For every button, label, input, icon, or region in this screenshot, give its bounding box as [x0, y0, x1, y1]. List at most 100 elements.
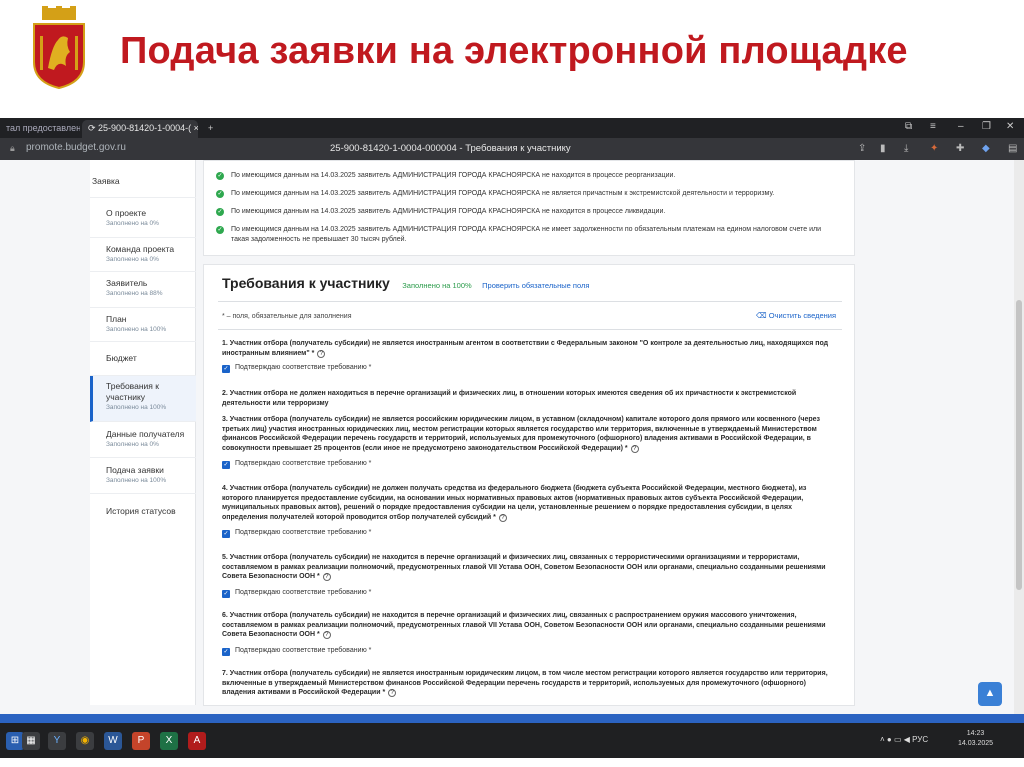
- extension-icon[interactable]: ✦: [930, 143, 938, 154]
- checkbox-checked-icon: ✓: [222, 365, 230, 373]
- checkbox-checked-icon: ✓: [222, 590, 230, 598]
- sidebar-item-label: Требования к участнику: [106, 381, 159, 402]
- help-icon[interactable]: ?: [388, 689, 397, 698]
- profile-icon[interactable]: ◆: [982, 143, 990, 154]
- browser-screenshot: тал предоставлени ⟳ 25-900-81420-1-0004-…: [0, 118, 1024, 758]
- maximize-icon[interactable]: ❐: [982, 121, 991, 132]
- close-tab-icon[interactable]: ×: [191, 123, 198, 133]
- requirements-card: Требования к участнику Заполнено на 100%…: [203, 264, 855, 706]
- window-icon[interactable]: ⧉: [905, 121, 912, 132]
- help-icon[interactable]: ?: [322, 631, 331, 640]
- volume-icon[interactable]: ◀: [904, 735, 912, 744]
- scroll-to-top-button[interactable]: ▲: [978, 682, 1002, 706]
- puzzle-icon[interactable]: ✚: [956, 143, 964, 154]
- requirement-question: 6. Участник отбора (получатель субсидии)…: [222, 611, 838, 640]
- browser-tab-portal[interactable]: тал предоставлени: [0, 120, 80, 138]
- checkbox-checked-icon: ✓: [222, 648, 230, 656]
- browser-tab-active[interactable]: ⟳ 25-900-81420-1-0004-( ×: [82, 120, 198, 138]
- check-circle-icon: ✓: [216, 226, 224, 234]
- sidebar-item-requirements[interactable]: Требования к участнику Заполнено на 100%: [90, 376, 196, 422]
- url-field[interactable]: promote.budget.gov.ru: [26, 142, 126, 153]
- confirm-checkbox[interactable]: ✓ Подтверждаю соответствие требованию *: [222, 589, 371, 598]
- download-icon[interactable]: ⤓: [904, 143, 908, 154]
- check-circle-icon: ✓: [216, 208, 224, 216]
- sidebar-item-label: Заявитель: [106, 278, 148, 288]
- help-icon[interactable]: ?: [317, 349, 326, 358]
- chevron-up-icon[interactable]: ˄: [880, 735, 887, 744]
- sidebar-item-progress: Заполнено на 0%: [106, 220, 159, 227]
- sidebar-item-zayavka[interactable]: Заявка: [90, 162, 196, 198]
- sidebar-icon[interactable]: ▤: [1008, 143, 1017, 154]
- question-text: 7. Участник отбора (получатель субсидии)…: [222, 670, 828, 697]
- sidebar-item-plan[interactable]: План Заполнено на 100%: [90, 308, 196, 342]
- requirement-question: 1. Участник отбора (получатель субсидии)…: [222, 339, 838, 358]
- confirm-checkbox[interactable]: ✓ Подтверждаю соответствие требованию *: [222, 647, 371, 656]
- powerpoint-icon[interactable]: P: [132, 732, 150, 750]
- question-text: 3. Участник отбора (получатель субсидии)…: [222, 416, 821, 452]
- confirm-checkbox[interactable]: ✓ Подтверждаю соответствие требованию *: [222, 460, 371, 469]
- close-window-icon[interactable]: ✕: [1006, 121, 1014, 132]
- word-icon[interactable]: W: [104, 732, 122, 750]
- bookmark-icon[interactable]: ▮: [880, 143, 886, 154]
- clear-button[interactable]: ⌫ Очистить сведения: [756, 311, 836, 320]
- minimize-icon[interactable]: –: [958, 121, 964, 132]
- sidebar-item-submit[interactable]: Подача заявки Заполнено на 100%: [90, 458, 196, 494]
- yandex-browser-icon[interactable]: Y: [48, 732, 66, 750]
- help-icon[interactable]: ?: [630, 444, 639, 453]
- sidebar-item-budget[interactable]: Бюджет: [90, 342, 196, 376]
- checkbox-label: Подтверждаю соответствие требованию *: [235, 460, 372, 467]
- verification-card: ✓ По имеющимся данным на 14.03.2025 заяви…: [203, 160, 855, 256]
- page-content: Заявка О проекте Заполнено на 0% Команда …: [0, 160, 1010, 714]
- question-text: 5. Участник отбора (получатель субсидии)…: [222, 554, 826, 581]
- share-icon[interactable]: ⇪: [858, 143, 866, 154]
- sidebar-item-progress: Заполнено на 100%: [106, 326, 167, 333]
- question-text: 4. Участник отбора (получатель субсидии)…: [222, 485, 807, 521]
- browser-tab-label: 25-900-81420-1-0004-(: [98, 123, 192, 133]
- requirement-question: 4. Участник отбора (получатель субсидии)…: [222, 484, 838, 522]
- check-required-link[interactable]: Проверить обязательные поля: [482, 281, 589, 290]
- checkbox-label: Подтверждаю соответствие требованию *: [235, 589, 372, 596]
- check-circle-icon: ✓: [216, 190, 224, 198]
- excel-icon[interactable]: X: [160, 732, 178, 750]
- sidebar-item-label: Подача заявки: [106, 465, 164, 475]
- page-scrollbar[interactable]: [1014, 160, 1024, 714]
- requirement-question: 2. Участник отбора не должен находиться …: [222, 389, 838, 408]
- check-item: ✓ По имеющимся данным на 14.03.2025 заяви…: [216, 189, 836, 199]
- menu-icon[interactable]: ≡: [930, 121, 936, 132]
- help-icon[interactable]: ?: [498, 513, 507, 522]
- requirement-question: 7. Участник отбора (получатель субсидии)…: [222, 669, 838, 698]
- network-icon[interactable]: ▭: [894, 735, 904, 744]
- language-indicator[interactable]: РУС: [912, 735, 928, 744]
- eraser-icon: ⌫: [756, 311, 769, 320]
- clock[interactable]: 14:23 14.03.2025: [958, 729, 993, 749]
- confirm-checkbox[interactable]: ✓ Подтверждаю соответствие требованию *: [222, 529, 371, 538]
- microphone-icon[interactable]: ●: [887, 735, 894, 744]
- sidebar-item-label: Команда проекта: [106, 244, 175, 254]
- sidebar-item-progress: Заполнено на 0%: [106, 441, 159, 448]
- check-item: ✓ По имеющимся данным на 14.03.2025 заяви…: [216, 171, 836, 181]
- checkbox-checked-icon: ✓: [222, 461, 230, 469]
- lock-icon: 🔒︎: [10, 143, 15, 153]
- slide-title: Подача заявки на электронной площадке: [120, 30, 908, 72]
- checkbox-label: Подтверждаю соответствие требованию *: [235, 647, 372, 654]
- help-icon[interactable]: ?: [322, 573, 331, 582]
- requirement-question: 3. Участник отбора (получатель субсидии)…: [222, 415, 838, 453]
- sidebar-item-applicant[interactable]: Заявитель Заполнено на 88%: [90, 272, 196, 308]
- browser-tab-bar: тал предоставлени ⟳ 25-900-81420-1-0004-…: [0, 118, 1024, 138]
- sidebar-item-label: Данные получателя: [106, 429, 185, 439]
- scrollbar-thumb[interactable]: [1016, 300, 1022, 590]
- sidebar-item-team[interactable]: Команда проекта Заполнено на 0%: [90, 238, 196, 272]
- divider: [218, 329, 842, 330]
- confirm-checkbox[interactable]: ✓ Подтверждаю соответствие требованию *: [222, 364, 371, 373]
- coat-of-arms-icon: [33, 6, 85, 90]
- sidebar-item-recipient-data[interactable]: Данные получателя Заполнено на 0%: [90, 422, 196, 458]
- checkbox-checked-icon: ✓: [222, 530, 230, 538]
- sidebar-item-history[interactable]: История статусов: [90, 494, 196, 530]
- chrome-icon[interactable]: ◉: [76, 732, 94, 750]
- new-tab-button[interactable]: +: [202, 120, 218, 138]
- acrobat-icon[interactable]: A: [188, 732, 206, 750]
- section-title: Требования к участнику: [222, 275, 390, 291]
- check-item: ✓ По имеющимся данным на 14.03.2025 заяви…: [216, 207, 836, 217]
- sidebar-item-project[interactable]: О проекте Заполнено на 0%: [90, 202, 196, 238]
- calculator-icon[interactable]: ▦: [22, 732, 40, 750]
